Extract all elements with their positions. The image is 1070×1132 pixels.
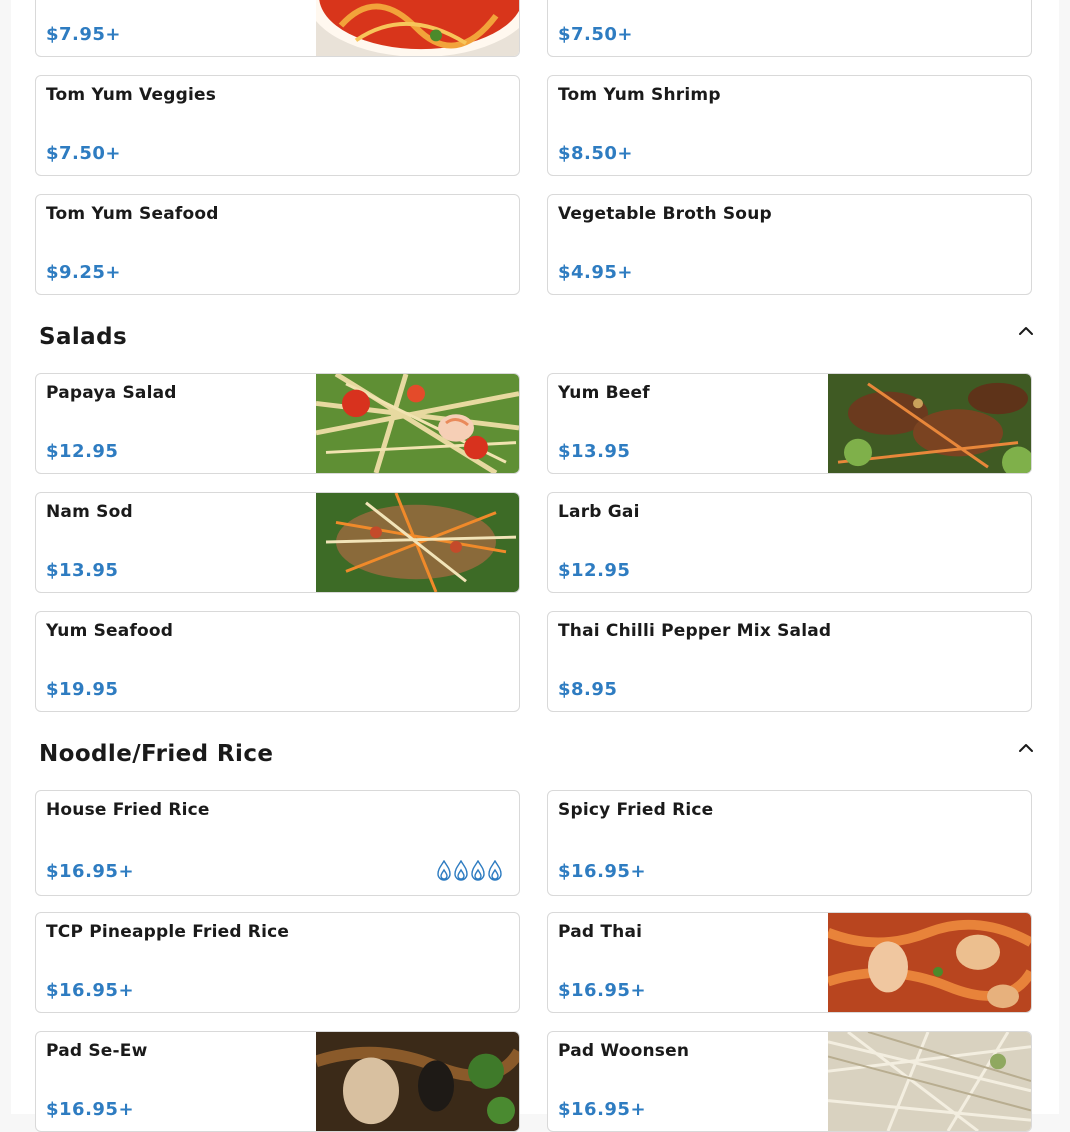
pad-se-ew-photo [316,1032,519,1131]
item-name: Tom Yum Shrimp [558,85,721,105]
item-price: $8.95 [558,679,618,700]
menu-item-card[interactable]: House Fried Rice $16.95+ [35,790,520,896]
menu-item-card[interactable]: Yum Beef $13.95 [547,373,1032,474]
chevron-up-icon[interactable] [1017,739,1035,757]
item-name: Nam Sod [46,502,133,522]
menu-item-card[interactable]: Pad Woonsen $16.95+ [547,1031,1032,1132]
menu-item-card[interactable]: Nam Sod $13.95 [35,492,520,593]
item-price: $19.95 [46,679,119,700]
item-price: $12.95 [558,560,631,581]
nam-sod-photo [316,493,519,592]
item-price: $7.50+ [558,24,634,45]
menu-item-card[interactable]: Tom Yum Veggies $7.50+ [35,75,520,176]
item-name: Larb Gai [558,502,640,522]
pad-woonsen-photo [828,1032,1031,1131]
menu-item-card[interactable]: TCP Pineapple Fried Rice $16.95+ [35,912,520,1013]
item-price: $16.95+ [46,1099,135,1120]
menu-item-card[interactable]: Tom Yum Shrimp $8.50+ [547,75,1032,176]
item-price: $16.95+ [46,861,135,882]
item-name: Thai Chilli Pepper Mix Salad [558,621,832,641]
yum-beef-photo [828,374,1031,473]
item-name: Tom Yum Veggies [46,85,217,105]
papaya-salad-photo [316,374,519,473]
menu-item-card[interactable]: $7.95+ [35,0,520,57]
item-name: Vegetable Broth Soup [558,204,772,224]
section-title-noodle-fried-rice: Noodle/Fried Rice [39,741,274,767]
menu-item-card[interactable]: Vegetable Broth Soup $4.95+ [547,194,1032,295]
flame-icon [488,860,502,881]
item-name: Papaya Salad [46,383,177,403]
item-price: $9.25+ [46,262,122,283]
item-price: $7.50+ [46,143,122,164]
tom-yum-soup-photo [316,0,519,56]
pad-thai-photo [828,913,1031,1012]
item-name: Pad Woonsen [558,1041,690,1061]
item-price: $16.95+ [46,980,135,1001]
section-title-salads: Salads [39,324,128,350]
menu-item-card[interactable]: Spicy Fried Rice $16.95+ [547,790,1032,896]
item-name: Pad Thai [558,922,643,942]
item-name: Yum Seafood [46,621,174,641]
menu-item-card[interactable]: Pad Se-Ew $16.95+ [35,1031,520,1132]
item-price: $8.50+ [558,143,634,164]
item-price: $16.95+ [558,980,647,1001]
flame-icon [454,860,468,881]
item-name: Pad Se-Ew [46,1041,148,1061]
item-name: Tom Yum Seafood [46,204,219,224]
spice-level [436,860,503,882]
menu-item-card[interactable]: Papaya Salad $12.95 [35,373,520,474]
item-price: $16.95+ [558,1099,647,1120]
item-price: $12.95 [46,441,119,462]
item-name: Spicy Fried Rice [558,800,714,820]
flame-icon [437,860,451,881]
menu-item-card[interactable]: Tom Yum Seafood $9.25+ [35,194,520,295]
item-name: House Fried Rice [46,800,210,820]
menu-page: $7.95+ $7.50+ Tom Yum Veggies $7.50+ Tom… [11,0,1059,1132]
item-price: $7.95+ [46,24,122,45]
menu-item-card[interactable]: Pad Thai $16.95+ [547,912,1032,1013]
menu-item-card[interactable]: Larb Gai $12.95 [547,492,1032,593]
menu-item-card[interactable]: Yum Seafood $19.95 [35,611,520,712]
item-price: $4.95+ [558,262,634,283]
item-name: Yum Beef [558,383,650,403]
item-price: $13.95 [558,441,631,462]
chevron-up-icon[interactable] [1017,322,1035,340]
item-price: $13.95 [46,560,119,581]
menu-item-card[interactable]: $7.50+ [547,0,1032,57]
item-name: TCP Pineapple Fried Rice [46,922,290,942]
item-price: $16.95+ [558,861,647,882]
menu-item-card[interactable]: Thai Chilli Pepper Mix Salad $8.95 [547,611,1032,712]
flame-icon [471,860,485,881]
